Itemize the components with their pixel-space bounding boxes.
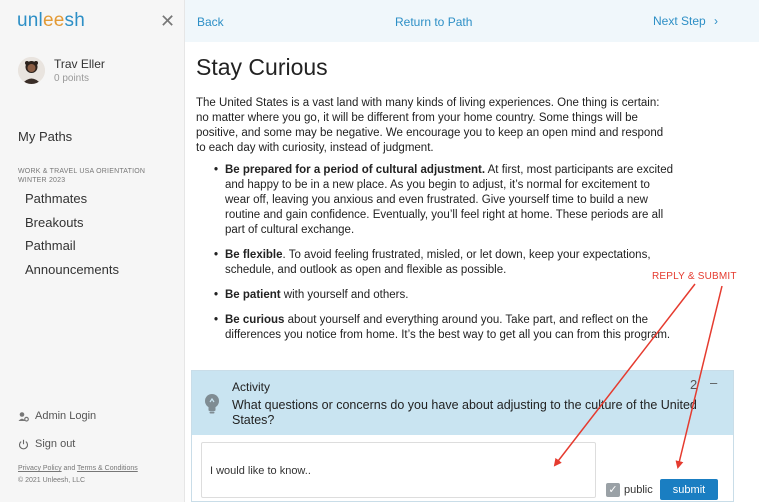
activity-header[interactable]: Activity What questions or concerns do y…: [192, 371, 733, 435]
activity-count: 2: [690, 377, 698, 392]
list-item: Be prepared for a period of cultural adj…: [214, 163, 674, 238]
next-step-link[interactable]: Next Step ›: [653, 14, 718, 28]
list-item: Be curious about yourself and everything…: [214, 313, 674, 343]
list-item: Be patient with yourself and others.: [214, 288, 674, 303]
back-link[interactable]: Back: [197, 15, 224, 29]
return-to-path-link[interactable]: Return to Path: [395, 15, 472, 29]
user-name: Trav Eller: [54, 57, 105, 71]
intro-paragraph: The United States is a vast land with ma…: [196, 97, 664, 154]
list-item: Be flexible. To avoid feeling frustrated…: [214, 248, 674, 278]
copyright: © 2021 Unleesh, LLC: [18, 477, 86, 484]
sidebar-item-pathmates[interactable]: Pathmates: [25, 191, 87, 206]
reply-submit-annotation: REPLY & SUBMIT: [652, 271, 737, 282]
tip-text: with yourself and others.: [280, 289, 409, 301]
activity-card: Activity What questions or concerns do y…: [191, 370, 734, 502]
path-title: WORK & TRAVEL USA ORIENTATION WINTER 202…: [18, 168, 146, 184]
admin-gear-icon: [18, 411, 29, 422]
tip-text: . To avoid feeling frustrated, misled, o…: [225, 249, 651, 276]
logo-text-suffix: sh: [64, 10, 85, 31]
power-icon: [19, 439, 28, 449]
minimize-button[interactable]: –: [710, 375, 717, 390]
my-paths-link[interactable]: My Paths: [18, 129, 72, 144]
close-icon[interactable]: ✕: [160, 12, 175, 30]
submit-button[interactable]: submit: [660, 479, 718, 500]
answer-input[interactable]: I would like to know..: [201, 442, 596, 498]
public-checkbox[interactable]: ✓: [606, 483, 620, 497]
privacy-policy-link[interactable]: Privacy Policy: [18, 465, 62, 472]
sign-out-label: Sign out: [35, 438, 76, 450]
admin-login-link[interactable]: Admin Login: [18, 410, 96, 422]
public-label: public: [624, 484, 653, 496]
tip-heading: Be curious: [225, 314, 285, 326]
next-step-label: Next Step: [653, 14, 706, 28]
checkmark-icon: ✓: [608, 484, 618, 496]
activity-label: Activity: [232, 380, 271, 394]
legal-links: Privacy Policy and Terms & Conditions: [18, 465, 138, 472]
admin-login-label: Admin Login: [35, 410, 97, 422]
chevron-right-icon: ›: [714, 14, 719, 28]
tip-heading: Be flexible: [225, 249, 283, 261]
unleesh-logo[interactable]: unleesh: [17, 10, 85, 32]
sidebar-item-pathmail[interactable]: Pathmail: [25, 238, 76, 253]
logo-text-prefix: unl: [17, 10, 43, 31]
main-content: Back Return to Path Next Step › Stay Cur…: [185, 0, 759, 502]
page-title: Stay Curious: [196, 54, 328, 80]
tips-list: Be prepared for a period of cultural adj…: [214, 163, 674, 353]
user-points: 0 points: [54, 73, 90, 84]
lightbulb-icon: [205, 394, 219, 414]
sidebar-item-breakouts[interactable]: Breakouts: [25, 215, 84, 230]
terms-link[interactable]: Terms & Conditions: [77, 465, 138, 472]
sidebar-item-announcements[interactable]: Announcements: [25, 262, 119, 277]
step-navigation-bar: Back Return to Path Next Step ›: [185, 0, 759, 42]
legal-and: and: [63, 465, 76, 472]
sidebar: unleesh ✕ Trav Eller 0 points My Paths W…: [0, 0, 185, 502]
tip-heading: Be prepared for a period of cultural adj…: [225, 164, 486, 176]
sign-out-link[interactable]: Sign out: [18, 438, 75, 450]
avatar[interactable]: [18, 57, 45, 84]
activity-question: What questions or concerns do you have a…: [232, 398, 697, 427]
tip-heading: Be patient: [225, 289, 281, 301]
tip-text: about yourself and everything around you…: [225, 314, 671, 341]
logo-text-accent: ee: [42, 10, 65, 31]
avatar-image: [18, 57, 45, 84]
